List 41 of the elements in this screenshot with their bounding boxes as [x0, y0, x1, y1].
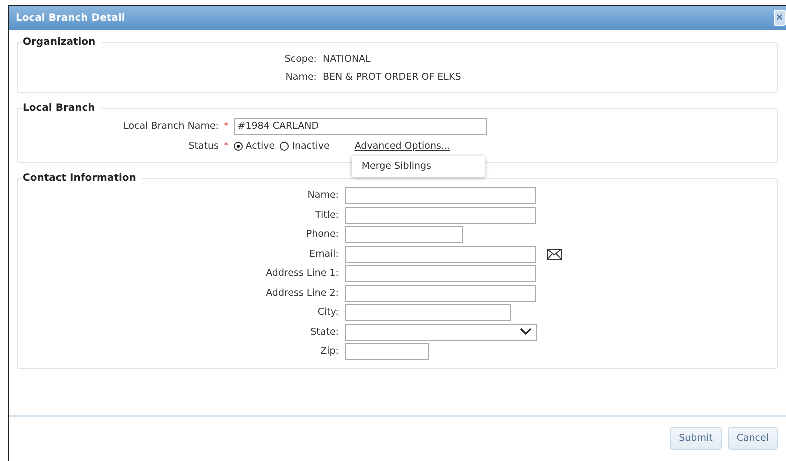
- field-label: Address Line 2:: [265, 288, 339, 299]
- radio-button[interactable]: [234, 142, 243, 150]
- field-value: NATIONAL: [323, 54, 371, 64]
- window-title: Local Branch Detail: [15, 12, 126, 24]
- input-field[interactable]: [345, 187, 536, 204]
- field-label: Email:: [308, 248, 339, 260]
- section-title: Local Branch: [23, 103, 96, 114]
- input-field[interactable]: [345, 343, 429, 360]
- radio-button[interactable]: [280, 142, 290, 150]
- input-field[interactable]: [345, 265, 536, 282]
- input-field[interactable]: [345, 226, 463, 244]
- chevron-down-icon: [520, 328, 532, 336]
- section-title: Contact Information: [23, 173, 138, 184]
- dialog-button[interactable]: Cancel: [728, 427, 778, 450]
- field-label: State:: [310, 326, 339, 338]
- field-label: Title:: [314, 210, 339, 221]
- branch-name-field[interactable]: #1984 CARLAND: [234, 118, 487, 134]
- field-value: BEN & PROT ORDER OF ELKS: [323, 72, 462, 82]
- field-label: Scope:: [284, 54, 317, 64]
- required-mark: *: [224, 140, 229, 152]
- field-label: Local Branch Name:: [122, 120, 219, 132]
- field-label: Name:: [306, 190, 339, 202]
- input-field[interactable]: [345, 284, 536, 302]
- section-title: Organization: [23, 37, 97, 48]
- field-label: Zip:: [320, 346, 339, 358]
- field-label: Name:: [284, 72, 317, 82]
- menu-item[interactable]: Merge Siblings: [352, 158, 485, 174]
- radio-label: Active: [246, 140, 276, 152]
- field-label: Phone:: [305, 229, 339, 240]
- input-field[interactable]: [345, 246, 536, 263]
- field-label: Address Line 1:: [265, 268, 339, 280]
- input-field[interactable]: [345, 206, 536, 224]
- radio-label: Inactive: [292, 140, 330, 152]
- envelope-icon[interactable]: [547, 248, 562, 260]
- field-label: Status: [188, 140, 219, 152]
- advanced-options-link[interactable]: Advanced Options...: [354, 140, 451, 152]
- field-label: City:: [316, 307, 339, 318]
- dialog-button[interactable]: Submit: [670, 427, 722, 450]
- state-select[interactable]: [345, 324, 537, 341]
- input-field[interactable]: [345, 304, 511, 322]
- required-mark: *: [224, 120, 229, 132]
